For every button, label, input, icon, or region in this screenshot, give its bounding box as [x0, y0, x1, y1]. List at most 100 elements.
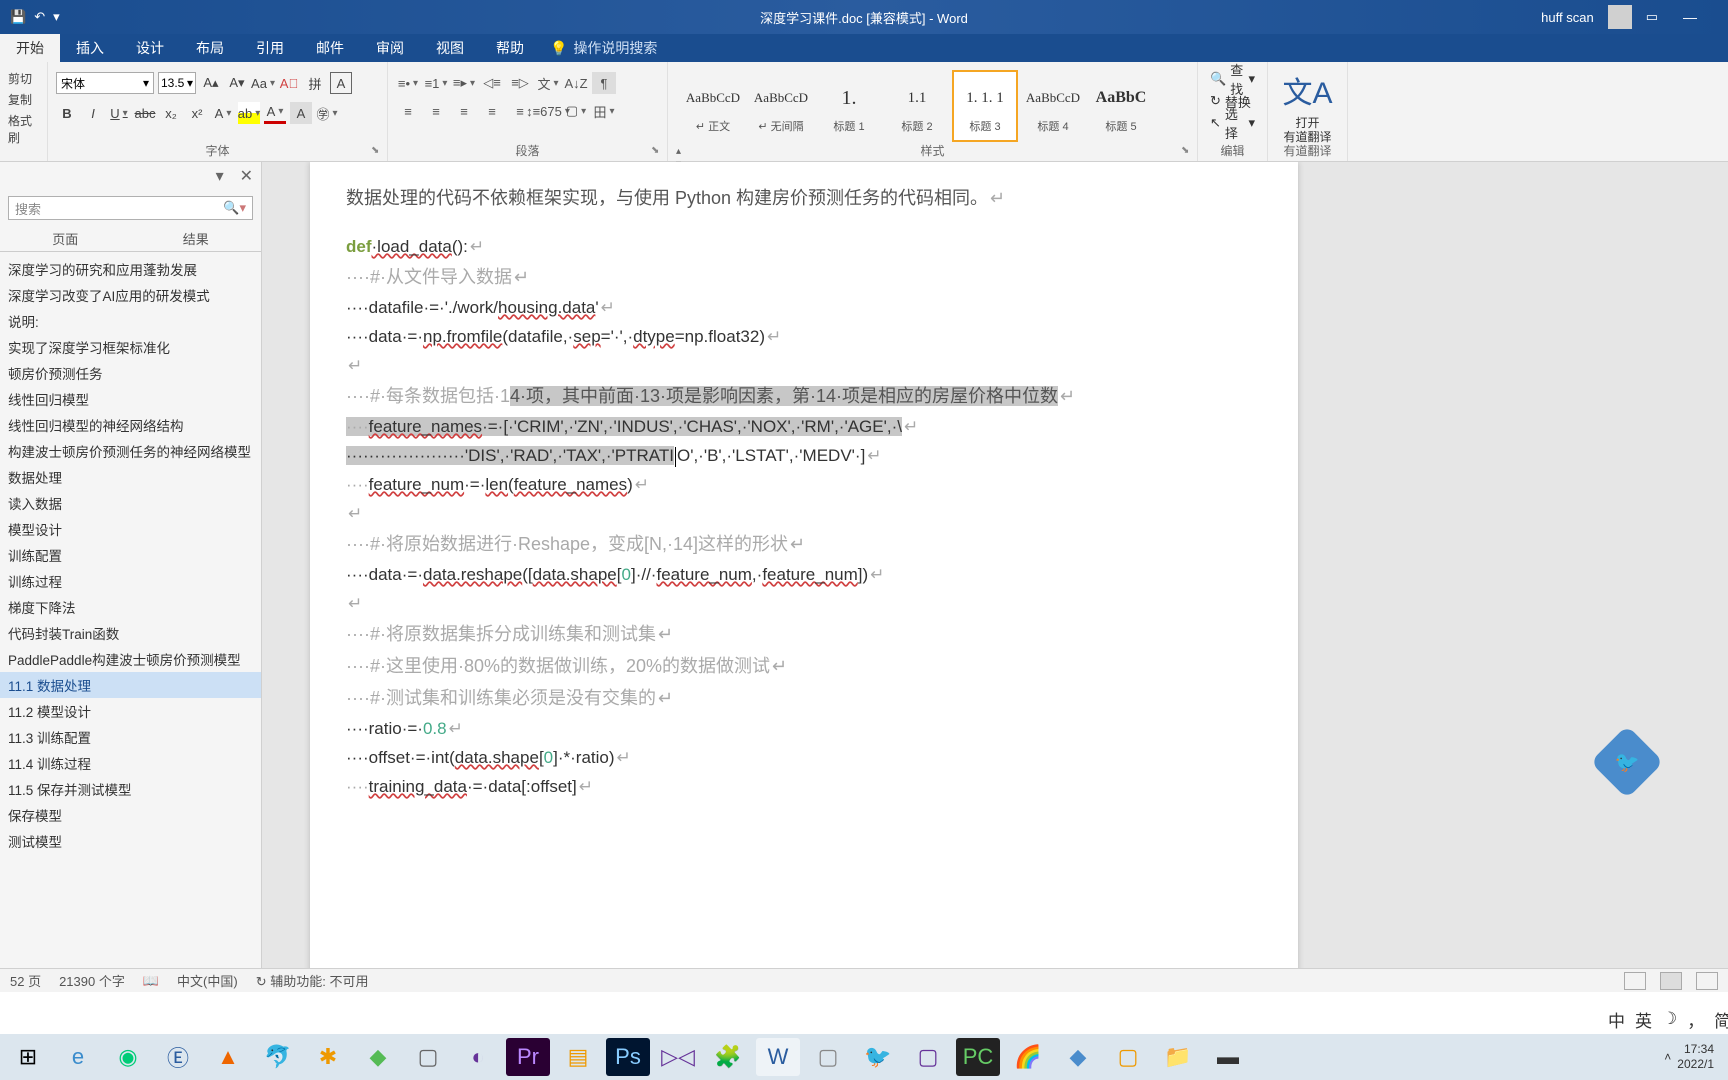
enclose-button[interactable]: ㊫: [316, 102, 338, 124]
tab-help[interactable]: 帮助: [480, 34, 540, 62]
nav-close-icon[interactable]: ✕: [240, 166, 253, 186]
tab-home[interactable]: 开始: [0, 34, 60, 62]
app-icon[interactable]: ▢: [906, 1038, 950, 1076]
underline-button[interactable]: U: [108, 102, 130, 124]
nav-heading-item[interactable]: 训练过程: [0, 568, 261, 594]
grow-font-button[interactable]: A▴: [200, 72, 222, 94]
subscript-button[interactable]: x₂: [160, 102, 182, 124]
eclipse-icon[interactable]: ◐: [456, 1038, 500, 1076]
clear-formatting-button[interactable]: A⃠: [278, 72, 300, 94]
style-heading1[interactable]: 1.标题 1: [816, 70, 882, 142]
phonetic-guide-button[interactable]: 拼: [304, 72, 326, 94]
ime-simplified[interactable]: 简: [1714, 1007, 1728, 1032]
moon-icon[interactable]: ☽: [1662, 1009, 1677, 1029]
align-left-button[interactable]: ≡: [396, 100, 420, 122]
app-icon[interactable]: ◆: [1056, 1038, 1100, 1076]
tab-design[interactable]: 设计: [120, 34, 180, 62]
sort-button[interactable]: A↓Z: [564, 72, 588, 94]
numbering-button[interactable]: ≡1: [424, 72, 448, 94]
style-heading3[interactable]: 1. 1. 1标题 3: [952, 70, 1018, 142]
nav-tab-results[interactable]: 结果: [131, 226, 262, 251]
change-case-button[interactable]: Aa: [252, 72, 274, 94]
terminal-icon[interactable]: ▬: [1206, 1038, 1250, 1076]
word-icon[interactable]: W: [756, 1038, 800, 1076]
nav-tab-pages[interactable]: 页面: [0, 226, 131, 251]
nav-heading-item[interactable]: PaddlePaddle构建波士顿房价预测模型: [0, 646, 261, 672]
bold-button[interactable]: B: [56, 102, 78, 124]
app-icon[interactable]: ▢: [806, 1038, 850, 1076]
paragraph-dialog-launcher[interactable]: ⬊: [651, 145, 663, 157]
start-button[interactable]: ⊞: [6, 1038, 50, 1076]
text-effects-button[interactable]: A: [212, 102, 234, 124]
page-number[interactable]: 52 页: [10, 971, 41, 990]
nav-heading-item[interactable]: 实现了深度学习框架标准化: [0, 334, 261, 360]
nav-heading-item[interactable]: 线性回归模型: [0, 386, 261, 412]
style-heading4[interactable]: AaBbCcD标题 4: [1020, 70, 1086, 142]
read-mode-button[interactable]: [1624, 972, 1646, 990]
nav-heading-item[interactable]: 读入数据: [0, 490, 261, 516]
strikethrough-button[interactable]: abc: [134, 102, 156, 124]
nav-heading-item[interactable]: 构建波士顿房价预测任务的神经网络模型: [0, 438, 261, 464]
font-color-button[interactable]: A: [264, 102, 286, 124]
dolphin-icon[interactable]: 🐬: [256, 1038, 300, 1076]
user-avatar-icon[interactable]: [1608, 5, 1632, 29]
undo-icon[interactable]: ↶: [34, 9, 45, 25]
app-icon[interactable]: ◆: [356, 1038, 400, 1076]
translate-button[interactable]: 文A 打开有道翻译: [1276, 68, 1339, 144]
decrease-indent-button[interactable]: ◁≡: [480, 72, 504, 94]
edge-icon[interactable]: ◉: [106, 1038, 150, 1076]
thunder-icon[interactable]: 🐦: [856, 1038, 900, 1076]
nav-heading-item[interactable]: 保存模型: [0, 802, 261, 828]
style-heading5[interactable]: AaBbC标题 5: [1088, 70, 1154, 142]
app-icon[interactable]: ▢: [1106, 1038, 1150, 1076]
web-layout-button[interactable]: [1696, 972, 1718, 990]
increase-indent-button[interactable]: ≡▷: [508, 72, 532, 94]
find-button[interactable]: 🔍查找▾: [1206, 68, 1259, 90]
copy-button[interactable]: 复制: [8, 91, 39, 108]
nav-headings-list[interactable]: 深度学习的研究和应用蓬勃发展深度学习改变了AI应用的研发模式说明:实现了深度学习…: [0, 252, 261, 968]
tab-review[interactable]: 审阅: [360, 34, 420, 62]
style-heading2[interactable]: 1.1标题 2: [884, 70, 950, 142]
nav-heading-item[interactable]: 11.5 保存并测试模型: [0, 776, 261, 802]
align-center-button[interactable]: ≡: [424, 100, 448, 122]
pycharm-icon[interactable]: PC: [956, 1038, 1000, 1076]
nav-search-input[interactable]: 搜索 🔍▾: [8, 196, 253, 220]
ie-icon[interactable]: e: [56, 1038, 100, 1076]
ribbon-display-icon[interactable]: ▭: [1646, 9, 1658, 25]
thunder-widget[interactable]: 🐦: [1590, 725, 1664, 799]
nav-heading-item[interactable]: 线性回归模型的神经网络结构: [0, 412, 261, 438]
format-painter-button[interactable]: 格式刷: [8, 112, 39, 146]
minimize-button[interactable]: —: [1672, 2, 1708, 32]
app-icon[interactable]: Ⓔ: [156, 1038, 200, 1076]
tab-mailings[interactable]: 邮件: [300, 34, 360, 62]
comma-icon[interactable]: ，: [1687, 1007, 1704, 1032]
tray-expand-icon[interactable]: ˄: [1664, 1050, 1671, 1064]
nav-options-icon[interactable]: ▾: [216, 166, 224, 186]
nav-heading-item[interactable]: 测试模型: [0, 828, 261, 854]
app-icon[interactable]: ▢: [406, 1038, 450, 1076]
clock[interactable]: 17:34 2022/1: [1677, 1042, 1714, 1072]
bullets-button[interactable]: ≡•: [396, 72, 420, 94]
nav-heading-item[interactable]: 11.1 数据处理: [0, 672, 261, 698]
nav-heading-item[interactable]: 11.3 训练配置: [0, 724, 261, 750]
vlc-icon[interactable]: ▲: [206, 1038, 250, 1076]
print-layout-button[interactable]: [1660, 972, 1682, 990]
vs-icon[interactable]: ▷◁: [656, 1038, 700, 1076]
ime-english[interactable]: 英: [1635, 1007, 1652, 1032]
nav-heading-item[interactable]: 模型设计: [0, 516, 261, 542]
show-marks-button[interactable]: ¶: [592, 72, 616, 94]
app-icon[interactable]: 🧩: [706, 1038, 750, 1076]
user-name[interactable]: huff scan: [1541, 10, 1594, 25]
ime-chinese[interactable]: 中: [1608, 1007, 1625, 1032]
tell-me-search[interactable]: 💡 操作说明搜索: [550, 38, 657, 58]
nav-heading-item[interactable]: 梯度下降法: [0, 594, 261, 620]
character-border-button[interactable]: A: [330, 72, 352, 94]
highlight-button[interactable]: ab: [238, 102, 260, 124]
font-dialog-launcher[interactable]: ⬊: [371, 145, 383, 157]
nav-heading-item[interactable]: 代码封装Train函数: [0, 620, 261, 646]
justify-button[interactable]: ≡: [480, 100, 504, 122]
word-count[interactable]: 21390 个字: [59, 971, 125, 990]
borders-button[interactable]: 田: [592, 100, 616, 122]
photoshop-icon[interactable]: Ps: [606, 1038, 650, 1076]
nav-heading-item[interactable]: 深度学习的研究和应用蓬勃发展: [0, 256, 261, 282]
